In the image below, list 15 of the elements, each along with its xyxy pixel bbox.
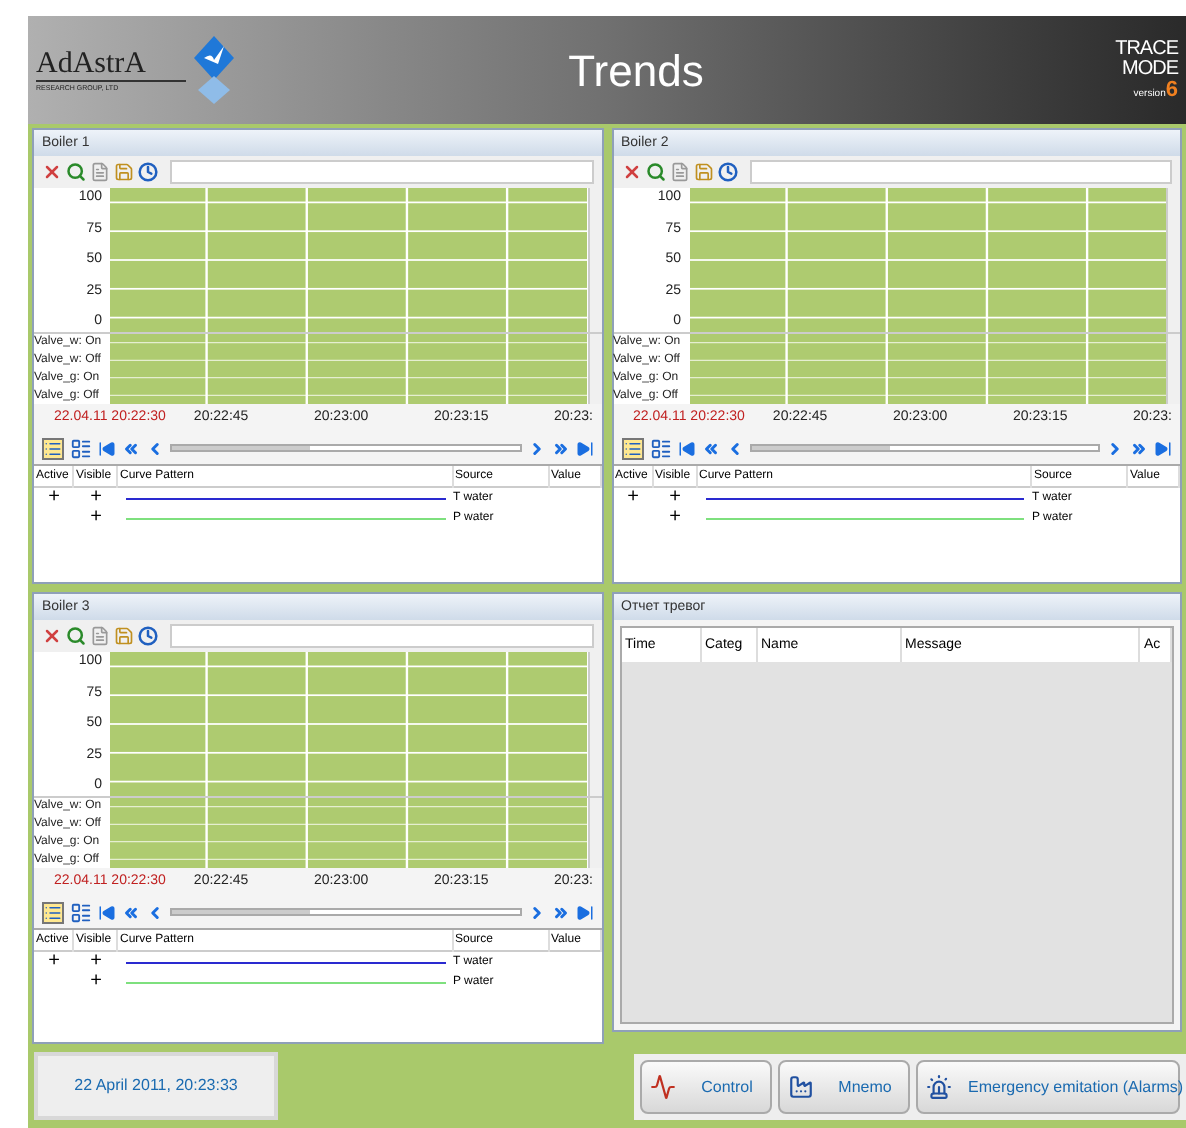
visible-mark: + (90, 972, 102, 992)
page-title: Trends (566, 43, 706, 99)
visible-mark: + (90, 488, 102, 508)
active-mark: + (48, 488, 60, 508)
visible-mark: + (669, 488, 681, 508)
nav-button[interactable]: Mnemo (778, 1060, 910, 1114)
nav-button[interactable]: Emergency emitation (Alarms) (916, 1060, 1180, 1114)
visible-mark: + (669, 508, 681, 528)
active-mark: + (48, 952, 60, 972)
nav-button[interactable]: Control (640, 1060, 772, 1114)
datetime-display: 22 April 2011, 20:23:33 (34, 1052, 278, 1120)
visible-mark: + (90, 952, 102, 972)
active-mark: + (627, 488, 639, 508)
visible-mark: + (90, 508, 102, 528)
logo-text: AdAstrA (36, 47, 186, 81)
